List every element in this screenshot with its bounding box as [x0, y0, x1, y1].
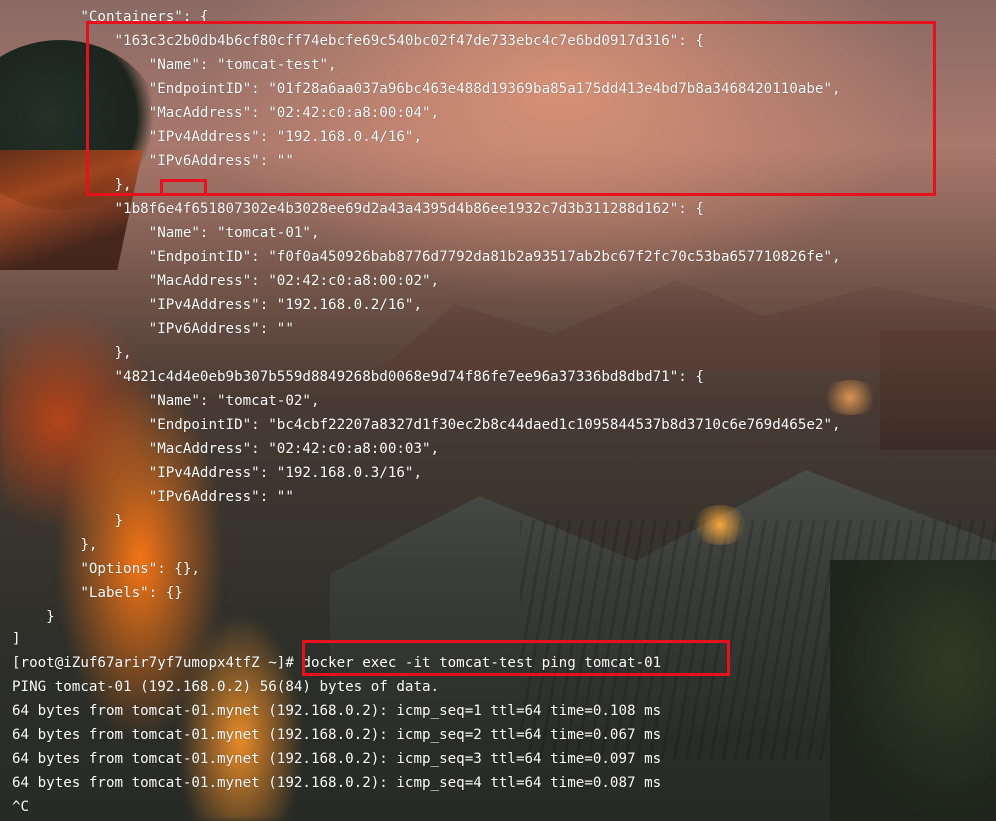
- terminal-line: "IPv6Address": "": [12, 321, 294, 337]
- terminal-line: ^C: [12, 799, 30, 815]
- terminal-line: },: [12, 537, 98, 553]
- terminal-line: "4821c4d4e0eb9b307b559d8849268bd0068e9d7…: [12, 369, 704, 385]
- terminal-line: 64 bytes from tomcat-01.mynet (192.168.0…: [12, 727, 662, 743]
- terminal-line: },: [12, 345, 132, 361]
- terminal-line: "Name": "tomcat-02",: [12, 393, 320, 409]
- terminal-line: "IPv4Address": "192.168.0.2/16",: [12, 297, 422, 313]
- terminal-line: 64 bytes from tomcat-01.mynet (192.168.0…: [12, 775, 662, 791]
- terminal-line: "MacAddress": "02:42:c0:a8:00:02",: [12, 273, 440, 289]
- terminal-line: "EndpointID": "f0f0a450926bab8776d7792da…: [12, 249, 841, 265]
- terminal-line: "MacAddress": "02:42:c0:a8:00:03",: [12, 441, 440, 457]
- terminal-line: ]: [12, 631, 21, 647]
- terminal-line: "IPv4Address": "192.168.0.3/16",: [12, 465, 422, 481]
- terminal-line: "Name": "tomcat-01",: [12, 225, 320, 241]
- terminal-line: "1b8f6e4f651807302e4b3028ee69d2a43a4395d…: [12, 201, 704, 217]
- highlight-box-command: [302, 640, 730, 676]
- terminal-line: 64 bytes from tomcat-01.mynet (192.168.0…: [12, 703, 662, 719]
- terminal-line: "Labels": {}: [12, 585, 183, 601]
- highlight-box-small: [160, 179, 207, 196]
- terminal-line: PING tomcat-01 (192.168.0.2) 56(84) byte…: [12, 679, 440, 695]
- terminal-line: "EndpointID": "bc4cbf22207a8327d1f30ec2b…: [12, 417, 841, 433]
- terminal-line: }: [12, 609, 55, 625]
- terminal-line: 64 bytes from tomcat-01.mynet (192.168.0…: [12, 751, 662, 767]
- terminal-line: "Options": {},: [12, 561, 200, 577]
- terminal-line: "IPv6Address": "": [12, 489, 294, 505]
- highlight-box-container-block: [86, 21, 936, 196]
- terminal-line: }: [12, 513, 124, 529]
